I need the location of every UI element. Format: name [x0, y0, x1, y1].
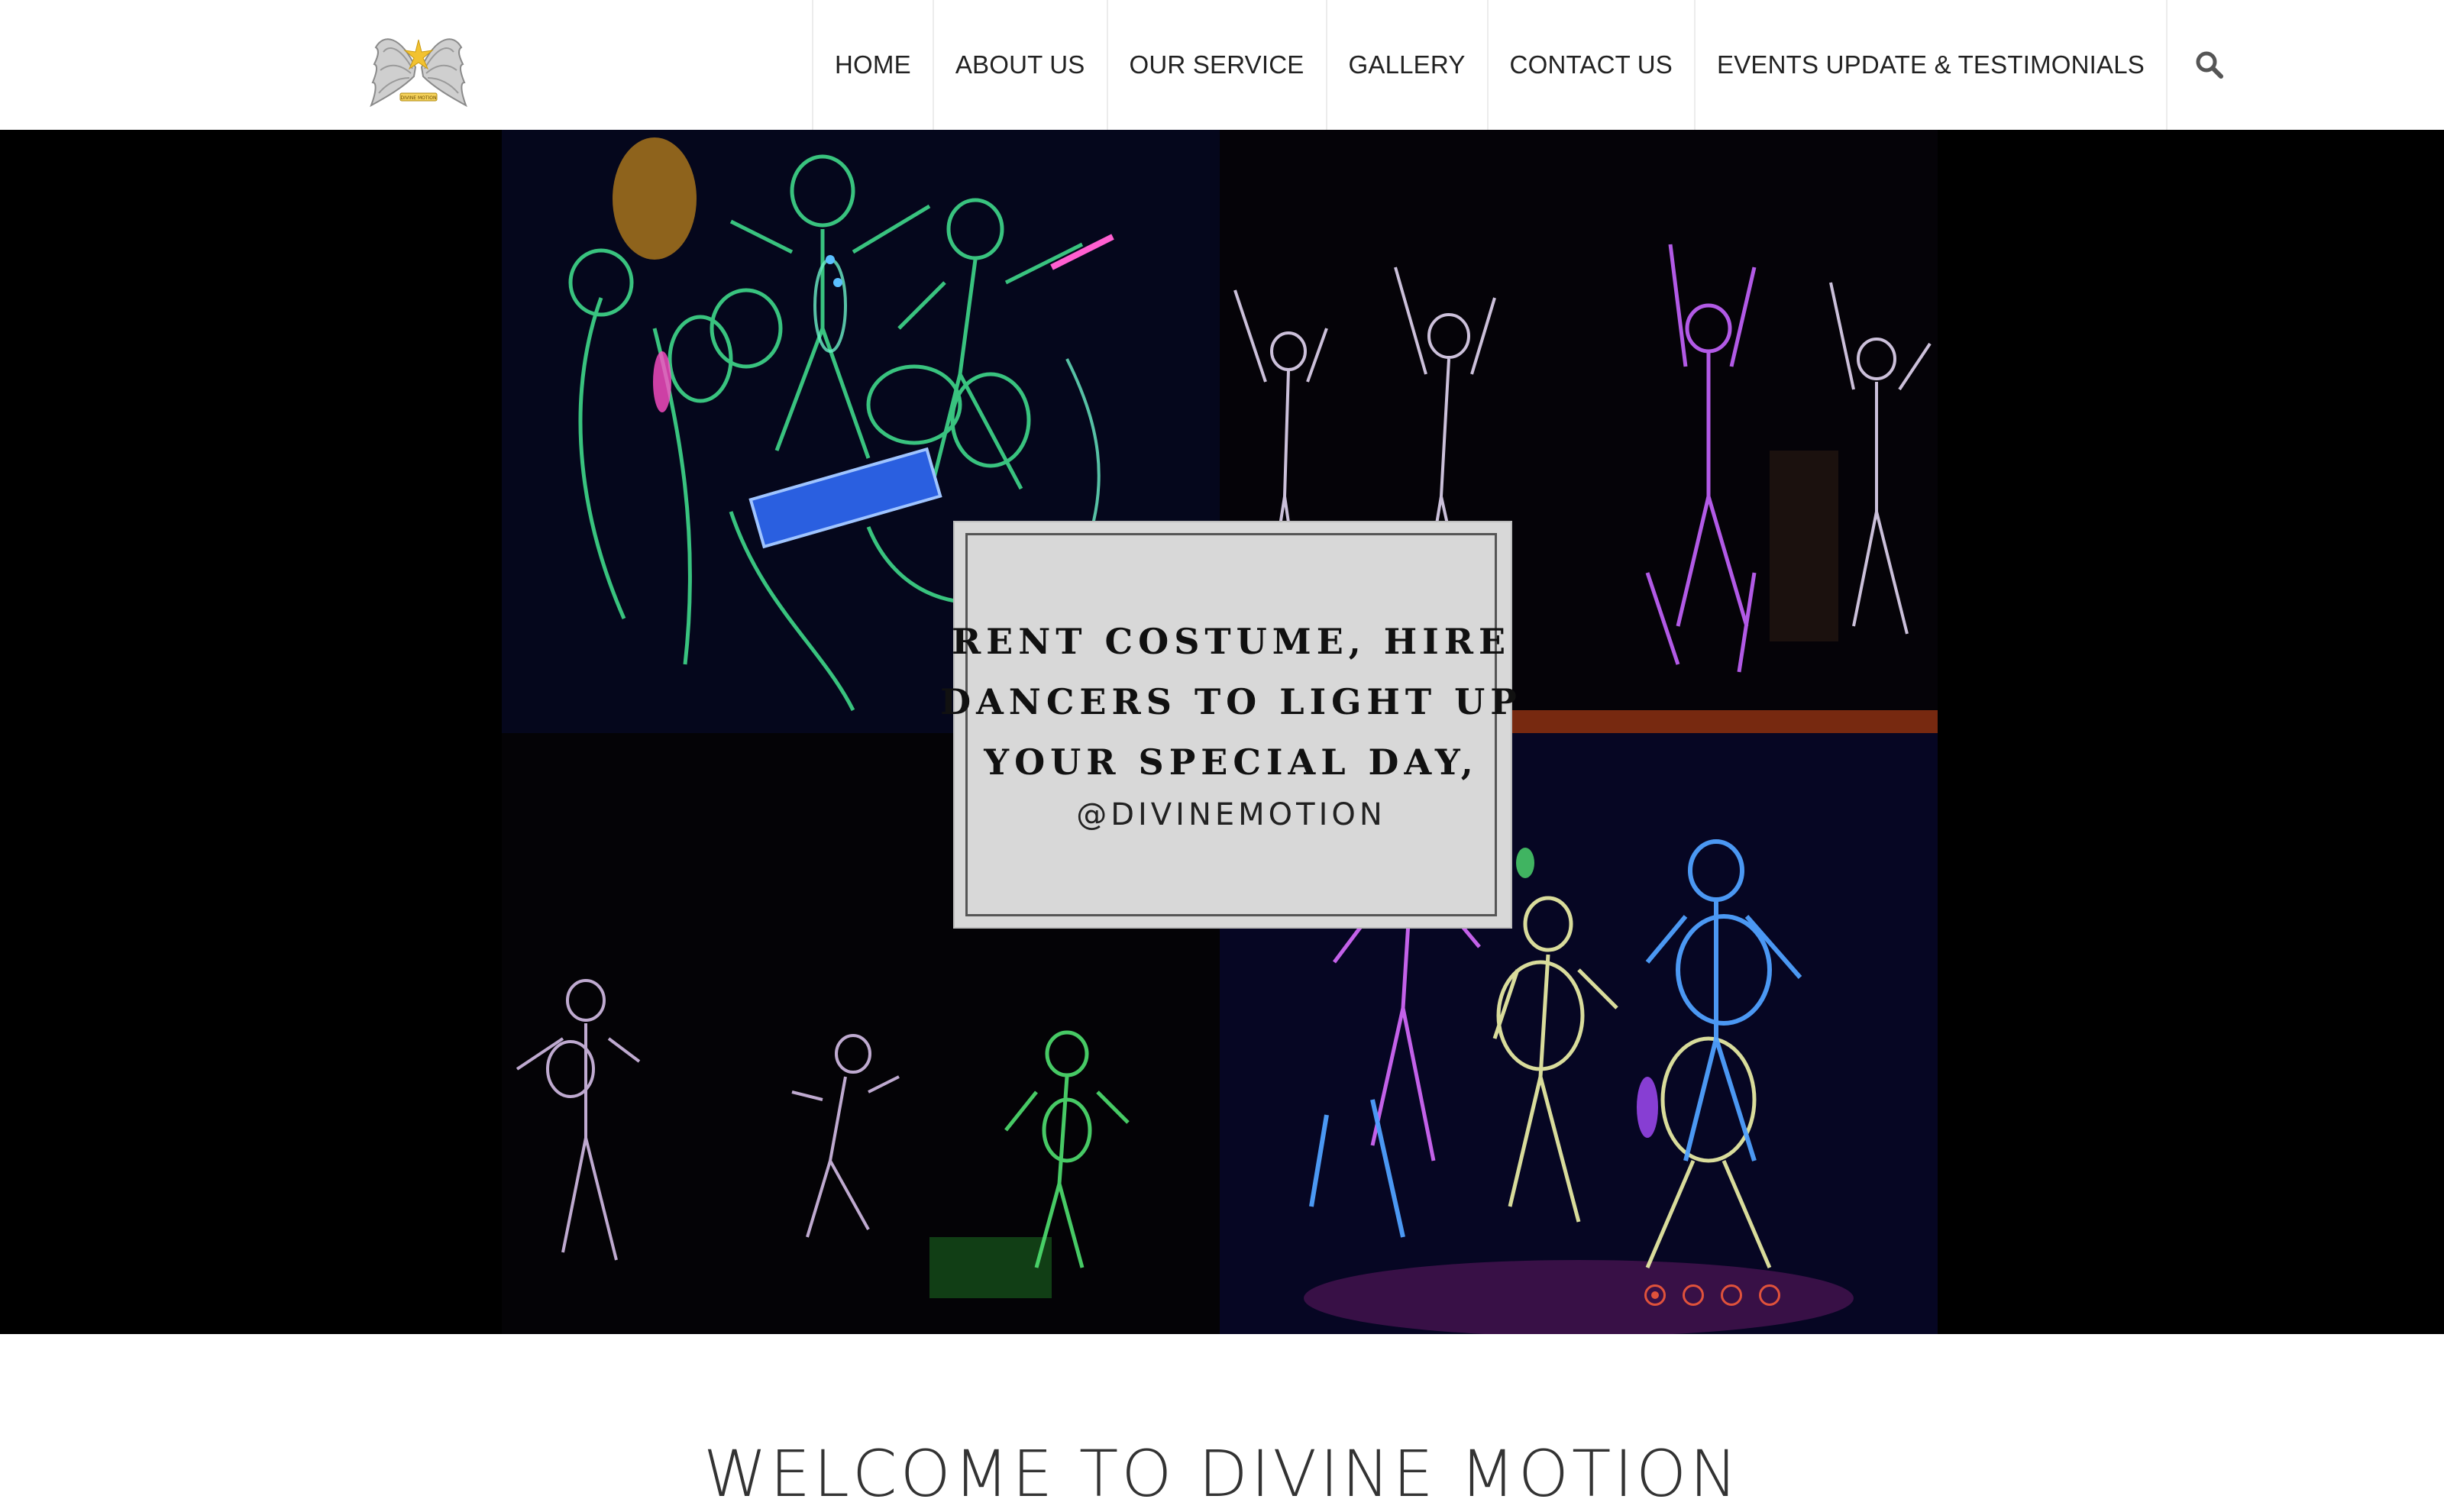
- hero-quote-line: RENT COSTUME, HIRE: [951, 621, 1511, 662]
- search-button[interactable]: [2168, 0, 2252, 130]
- slider-dot-3[interactable]: [1721, 1284, 1742, 1306]
- hero-quote-line: DANCERS TO LIGHT UP: [940, 681, 1522, 722]
- slider-dot-2[interactable]: [1683, 1284, 1704, 1306]
- nav-item-our-service[interactable]: OUR SERVICE: [1108, 0, 1327, 130]
- hero-quote-handle: @DIVINEMOTION: [1076, 797, 1386, 832]
- search-icon: [2196, 51, 2224, 79]
- hero-quote-card: RENT COSTUME, HIRE DANCERS TO LIGHT UP Y…: [940, 522, 1517, 927]
- slider-pagination: [1644, 1284, 1780, 1306]
- logo-text: DIVINE MOTION: [401, 95, 437, 101]
- hero-slide: RENT COSTUME, HIRE DANCERS TO LIGHT UP Y…: [502, 130, 1938, 1334]
- hero-quote-frame: RENT COSTUME, HIRE DANCERS TO LIGHT UP Y…: [940, 533, 1517, 916]
- nav-item-gallery[interactable]: GALLERY: [1327, 0, 1489, 130]
- hero-slider: RENT COSTUME, HIRE DANCERS TO LIGHT UP Y…: [0, 130, 2444, 1334]
- nav-item-home[interactable]: HOME: [813, 0, 934, 130]
- main-navigation: HOME ABOUT US OUR SERVICE GALLERY CONTAC…: [812, 0, 2252, 130]
- nav-item-contact-us[interactable]: CONTACT US: [1489, 0, 1696, 130]
- site-header: DIVINE MOTION HOME ABOUT US OUR SERVICE …: [0, 0, 2444, 130]
- hero-quote-line: YOUR SPECIAL DAY,: [984, 741, 1479, 783]
- nav-item-events-testimonials[interactable]: EVENTS UPDATE & TESTIMONIALS: [1696, 0, 2168, 130]
- slider-dot-1[interactable]: [1644, 1284, 1666, 1306]
- winged-emblem-icon: DIVINE MOTION: [370, 38, 467, 108]
- nav-item-about-us[interactable]: ABOUT US: [934, 0, 1108, 130]
- site-logo[interactable]: DIVINE MOTION: [370, 20, 467, 111]
- slider-dot-4[interactable]: [1759, 1284, 1780, 1306]
- welcome-heading: WELCOME TO DIVINE MOTION: [703, 1436, 1741, 1511]
